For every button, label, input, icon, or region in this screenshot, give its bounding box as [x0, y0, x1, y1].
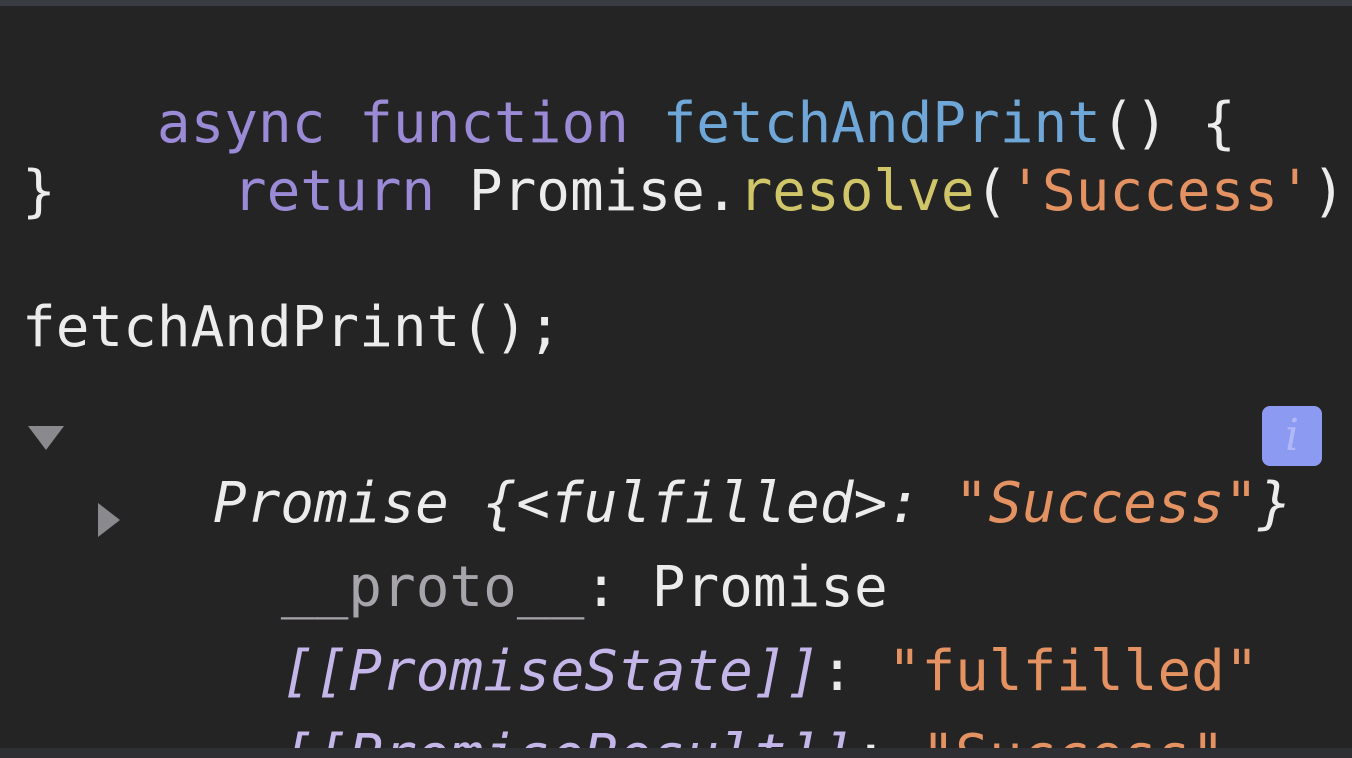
code-line-4: fetchAndPrint(); — [22, 295, 562, 360]
resolve-method: resolve — [738, 159, 975, 224]
collapse-triangle-icon[interactable] — [28, 426, 64, 450]
promise-value: "Success" — [954, 471, 1259, 536]
string-argument: 'Success' — [1008, 159, 1312, 224]
devtools-console: async function fetchAndPrint() { return … — [0, 0, 1352, 758]
code-line-3: } — [22, 159, 56, 224]
info-icon[interactable]: i — [1262, 406, 1322, 466]
code-line-2: return Promise.resolve('Success'); — [98, 90, 1352, 224]
promise-object: Promise. — [468, 159, 739, 224]
panel-top-border — [0, 0, 1352, 6]
close-paren: ); — [1311, 159, 1352, 224]
panel-bottom-border — [0, 748, 1352, 758]
proto-row[interactable]: __proto__: Promise — [146, 486, 888, 620]
promise-summary[interactable]: Promise {<fulfilled>: "Success"} — [78, 402, 1292, 536]
promise-state-row: [[PromiseState]]: "fulfilled" — [146, 570, 1259, 704]
promise-result-row: [[PromiseResult]]: "Success" — [146, 654, 1225, 758]
expand-triangle-icon[interactable] — [98, 503, 120, 537]
code-line-1: async function fetchAndPrint() { — [22, 22, 1236, 156]
promise-close-brace: } — [1258, 471, 1292, 536]
keyword-return: return — [232, 159, 436, 224]
open-paren: ( — [974, 159, 1009, 224]
